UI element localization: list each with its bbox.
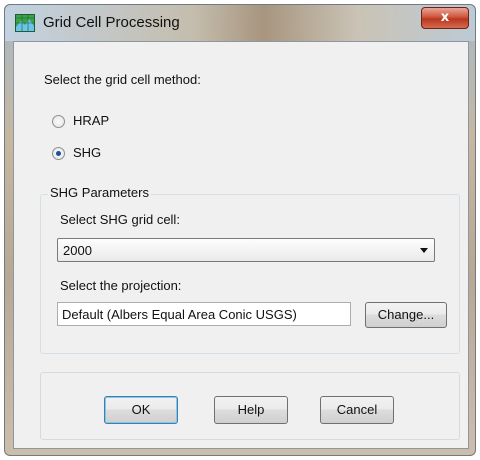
projection-value: Default (Albers Equal Area Conic USGS): [62, 307, 297, 322]
ok-button[interactable]: OK: [104, 396, 178, 424]
method-prompt: Select the grid cell method:: [44, 72, 201, 87]
grid-cell-select[interactable]: 2000: [57, 238, 435, 262]
projection-field[interactable]: Default (Albers Equal Area Conic USGS): [57, 302, 351, 326]
shg-parameters-title: SHG Parameters: [48, 185, 151, 200]
grid-cell-value: 2000: [63, 243, 92, 258]
change-projection-button[interactable]: Change...: [365, 302, 447, 328]
radio-hrap-label[interactable]: HRAP: [73, 113, 109, 128]
dialog-window: Grid Cell Processing x Select the grid c…: [4, 4, 476, 456]
grid-cell-prompt: Select SHG grid cell:: [60, 212, 180, 227]
chevron-down-icon[interactable]: [420, 248, 428, 253]
close-button[interactable]: x: [421, 7, 469, 29]
dialog-body: Select the grid cell method: HRAP SHG SH…: [13, 41, 469, 449]
grid-map-icon: [15, 14, 35, 32]
projection-prompt: Select the projection:: [60, 278, 182, 293]
radio-hrap-circle[interactable]: [52, 115, 65, 128]
change-label-part: Chan: [377, 307, 409, 322]
radio-shg-label[interactable]: SHG: [73, 145, 101, 160]
help-button[interactable]: Help: [214, 396, 288, 424]
title-bar[interactable]: Grid Cell Processing x: [5, 5, 475, 41]
window-title: Grid Cell Processing: [43, 14, 180, 31]
radio-shg-circle[interactable]: [52, 147, 65, 160]
change-label-rest: e...: [416, 307, 435, 322]
cancel-button[interactable]: Cancel: [320, 396, 394, 424]
